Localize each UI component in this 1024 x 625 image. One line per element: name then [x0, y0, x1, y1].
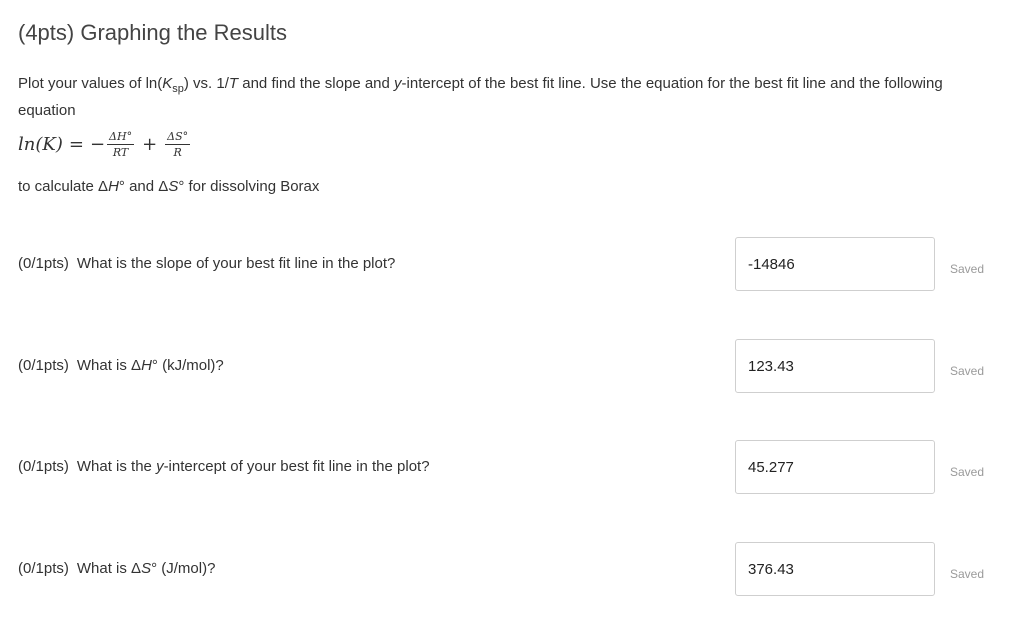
calc-text-2: ° and Δ	[118, 178, 169, 195]
question-label-suffix: ° (J/mol)?	[151, 560, 216, 577]
question-text: (0/1pts) What is ΔS° (J/mol)?	[18, 560, 215, 577]
fraction-denominator: RT	[112, 146, 129, 159]
answer-input-enthalpy[interactable]	[735, 339, 935, 393]
calc-h: H	[108, 178, 119, 195]
calc-text-1: to calculate Δ	[18, 178, 109, 195]
question-slope: (0/1pts) What is the slope of your best f…	[18, 237, 1008, 293]
question-text: (0/1pts) What is the y-intercept of your …	[18, 458, 430, 475]
question-label-italic: H	[141, 357, 152, 374]
instructions-text: Plot your values of ln(Ksp) vs. 1/T and …	[18, 73, 948, 122]
calc-text-3: ° for dissolving Borax	[178, 178, 320, 195]
question-label-suffix: -intercept of your best fit line in the …	[163, 458, 430, 475]
intro-text-2: ) vs. 1/	[183, 75, 229, 92]
fraction-numerator: ΔH°	[107, 130, 135, 145]
saved-status: Saved	[950, 567, 985, 581]
question-label: What is the	[76, 458, 157, 475]
answer-input-y-intercept[interactable]	[735, 440, 935, 494]
question-y-intercept: (0/1pts) What is the y-intercept of your …	[18, 440, 1008, 496]
intro-t: T	[228, 75, 239, 92]
fraction-numerator: ΔS°	[165, 130, 191, 145]
question-points: (0/1pts)	[18, 357, 69, 374]
fraction-denominator: R	[173, 146, 182, 159]
calculate-instruction: to calculate ΔH° and ΔS° for dissolving …	[18, 178, 319, 195]
equation: ln(K) = − ΔH° RT + ΔS° R	[18, 130, 192, 159]
intro-y: y	[394, 75, 402, 92]
equation-plus: +	[142, 134, 158, 155]
question-label-italic: y	[156, 458, 164, 475]
intro-sp-subscript: sp	[172, 83, 184, 95]
answer-input-slope[interactable]	[735, 237, 935, 291]
equation-lhs: ln(K)	[18, 134, 63, 155]
question-text: (0/1pts) What is the slope of your best f…	[18, 255, 395, 272]
question-label-italic: S	[141, 560, 152, 577]
question-enthalpy: (0/1pts) What is ΔH° (kJ/mol)? Saved	[18, 339, 1008, 395]
intro-text-3: and find the slope and	[238, 75, 395, 92]
section-title: (4pts) Graphing the Results	[18, 20, 288, 45]
calc-s: S	[168, 178, 179, 195]
question-text: (0/1pts) What is ΔH° (kJ/mol)?	[18, 357, 224, 374]
question-points: (0/1pts)	[18, 255, 69, 272]
question-points: (0/1pts)	[18, 458, 69, 475]
equation-minus: −	[89, 134, 106, 155]
equation-fraction-entropy: ΔS° R	[165, 130, 191, 159]
saved-status: Saved	[950, 262, 985, 276]
intro-text-1: Plot your values of ln(	[18, 75, 163, 92]
equation-equals: =	[68, 134, 84, 155]
question-label: What is the slope of your best fit line …	[76, 255, 396, 272]
question-label-suffix: ° (kJ/mol)?	[151, 357, 224, 374]
question-entropy: (0/1pts) What is ΔS° (J/mol)? Saved	[18, 542, 1008, 598]
answer-input-entropy[interactable]	[735, 542, 935, 596]
saved-status: Saved	[950, 364, 985, 378]
question-label: What is Δ	[76, 560, 142, 577]
intro-k: K	[162, 75, 173, 92]
saved-status: Saved	[950, 465, 985, 479]
question-label: What is Δ	[76, 357, 142, 374]
question-points: (0/1pts)	[18, 560, 69, 577]
equation-fraction-enthalpy: ΔH° RT	[107, 130, 135, 159]
